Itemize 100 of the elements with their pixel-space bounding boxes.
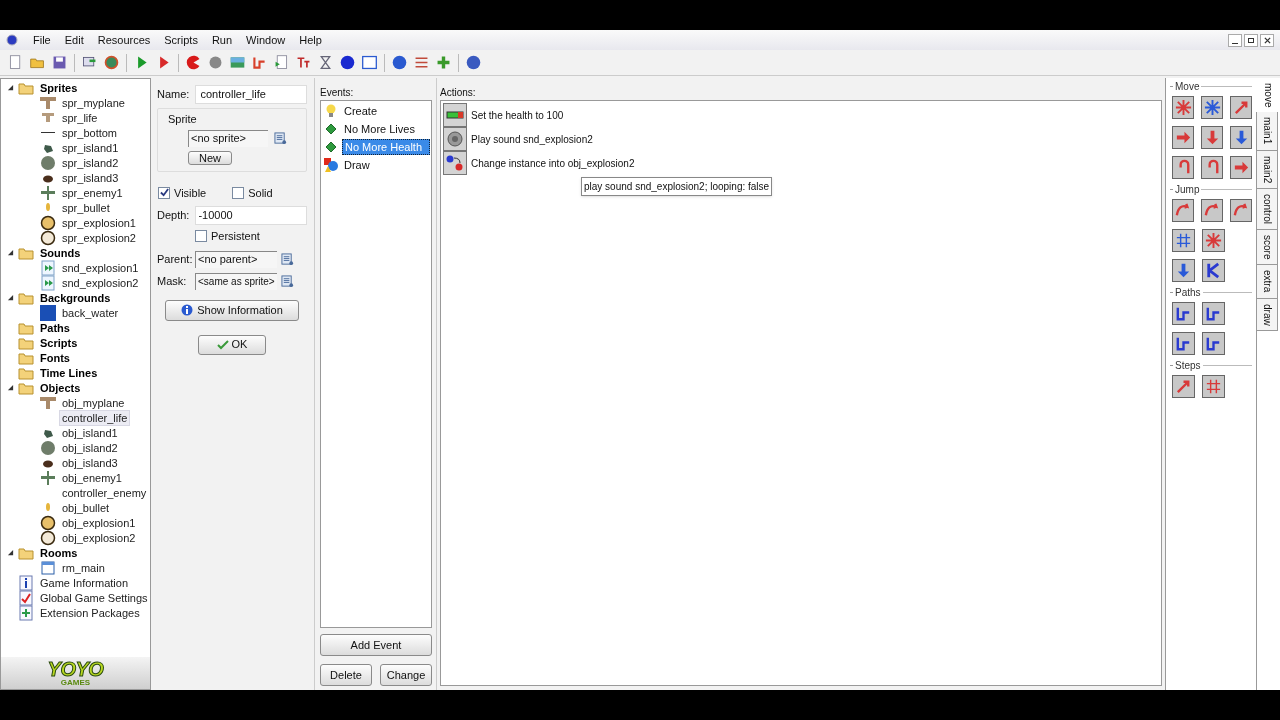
tree-item[interactable]: obj_explosion2 — [59, 529, 139, 546]
window-icon[interactable] — [361, 54, 378, 71]
tab[interactable]: control — [1257, 188, 1278, 230]
tree-item[interactable]: Rooms — [37, 544, 81, 561]
tree-item[interactable]: snd_explosion1 — [59, 259, 142, 276]
checkbox[interactable] — [158, 186, 170, 199]
ok-button[interactable]: OK — [198, 334, 266, 355]
tab[interactable]: main1 — [1257, 112, 1278, 151]
tree-item[interactable]: controller_enemy — [59, 484, 150, 501]
checkbox[interactable] — [232, 186, 245, 199]
new-button[interactable]: New — [188, 150, 232, 165]
mask-field[interactable]: <same as sprite> — [195, 272, 277, 290]
tree-item[interactable]: obj_myplane — [59, 394, 128, 411]
font-icon[interactable] — [295, 54, 312, 71]
u-turn-icon[interactable] — [1201, 156, 1223, 179]
expander-icon[interactable] — [7, 84, 14, 91]
tree-item[interactable]: back_water — [59, 304, 122, 321]
arrows-icon[interactable] — [1201, 96, 1223, 119]
path-icon[interactable] — [1202, 302, 1225, 325]
tree-item[interactable]: snd_explosion2 — [59, 274, 142, 291]
menu-item[interactable]: File — [26, 31, 58, 49]
expander-icon[interactable] — [7, 384, 14, 391]
tree-item[interactable]: Objects — [37, 379, 84, 396]
u-turn-icon[interactable] — [1172, 156, 1194, 179]
tree-item[interactable]: spr_myplane — [59, 94, 128, 111]
event-item[interactable]: Draw — [342, 157, 430, 173]
tab[interactable]: extra — [1257, 265, 1278, 299]
script-icon[interactable] — [273, 54, 290, 71]
restore-icon[interactable] — [1244, 33, 1258, 47]
tree-item[interactable]: Backgrounds — [37, 289, 114, 306]
tree-item[interactable]: Fonts — [37, 349, 73, 366]
delete-button[interactable]: Delete — [320, 664, 372, 686]
tree-item[interactable]: spr_bottom — [59, 124, 121, 141]
tab[interactable]: main2 — [1257, 150, 1278, 189]
path-icon[interactable] — [1172, 332, 1195, 355]
tree-item[interactable]: obj_bullet — [59, 499, 113, 516]
sphere-icon[interactable] — [339, 54, 356, 71]
list-picker-icon[interactable] — [281, 252, 294, 266]
pacman-icon[interactable] — [185, 54, 202, 71]
action-item[interactable]: Play sound snd_explosion2 — [471, 131, 593, 147]
expander-icon[interactable] — [7, 294, 14, 301]
arrows-icon[interactable] — [1202, 229, 1225, 252]
menu-item[interactable]: Resources — [90, 31, 158, 49]
menu-item[interactable]: Scripts — [157, 31, 205, 49]
tree-item[interactable]: Scripts — [37, 334, 81, 351]
event-item[interactable]: Create — [342, 103, 430, 119]
tree-item[interactable]: spr_life — [59, 109, 101, 126]
tree-item[interactable]: Extension Packages — [37, 604, 143, 621]
expander-icon[interactable] — [7, 549, 14, 556]
menu-item[interactable]: Run — [204, 31, 240, 49]
tree-item[interactable]: spr_island1 — [59, 139, 122, 156]
letter-k-icon[interactable] — [1202, 259, 1225, 282]
parent-field[interactable]: <no parent> — [195, 250, 277, 268]
event-item[interactable]: No More Health — [342, 139, 430, 155]
tab[interactable]: score — [1257, 229, 1278, 266]
plus-icon[interactable] — [435, 54, 452, 71]
grid-icon[interactable] — [1202, 375, 1225, 398]
tab[interactable]: draw — [1257, 298, 1278, 332]
tree-item[interactable]: obj_explosion1 — [59, 514, 139, 531]
path-icon[interactable] — [1202, 332, 1225, 355]
path-icon[interactable] — [251, 54, 268, 71]
save-icon[interactable] — [51, 54, 68, 71]
tree-item[interactable]: spr_bullet — [59, 199, 113, 216]
menu-item[interactable]: Window — [239, 31, 293, 49]
tree-item[interactable]: obj_island1 — [59, 424, 121, 441]
menu-item[interactable]: Edit — [57, 31, 91, 49]
event-item[interactable]: No More Lives — [342, 121, 430, 137]
depth-field[interactable]: -10000 — [195, 206, 307, 225]
path-icon[interactable] — [1172, 302, 1195, 325]
tree-item[interactable]: Global Game Settings — [37, 589, 151, 606]
list-picker-icon[interactable] — [281, 274, 294, 288]
tree-item[interactable]: obj_island2 — [59, 439, 121, 456]
arrows-icon[interactable] — [1172, 96, 1194, 119]
sprite-field[interactable]: <no sprite> — [188, 129, 268, 147]
action-item[interactable]: Set the health to 100 — [471, 107, 564, 123]
tree-item[interactable]: Time Lines — [37, 364, 101, 381]
hourglass-icon[interactable] — [317, 54, 334, 71]
tree-item[interactable]: controller_life — [59, 409, 131, 426]
grid-icon[interactable] — [1172, 229, 1195, 252]
expander-icon[interactable] — [7, 249, 14, 256]
tree-item[interactable]: obj_enemy1 — [59, 469, 125, 486]
tree-item[interactable]: Paths — [37, 319, 73, 336]
change-button[interactable]: Change — [380, 664, 432, 686]
tree-item[interactable]: spr_island3 — [59, 169, 122, 186]
action-item[interactable]: Change instance into obj_explosion2 — [471, 155, 635, 171]
tree-item[interactable]: obj_island3 — [59, 454, 121, 471]
tree-item[interactable]: spr_explosion2 — [59, 229, 139, 246]
menu-item[interactable]: Help — [292, 31, 329, 49]
tree-item[interactable]: Sprites — [37, 79, 81, 96]
tree-item[interactable]: spr_enemy1 — [59, 184, 126, 201]
image-icon[interactable] — [229, 54, 246, 71]
add-event-button[interactable]: Add Event — [320, 634, 432, 656]
tree-item[interactable]: rm_main — [59, 559, 108, 576]
show-information-button[interactable]: Show Information — [165, 299, 299, 321]
name-field[interactable]: controller_life — [195, 85, 307, 104]
tree-item[interactable]: spr_island2 — [59, 154, 122, 171]
list-picker-icon[interactable] — [274, 131, 287, 145]
close-icon[interactable] — [1260, 33, 1274, 47]
tree-item[interactable]: Game Information — [37, 574, 132, 591]
minimize-icon[interactable] — [1228, 33, 1242, 47]
